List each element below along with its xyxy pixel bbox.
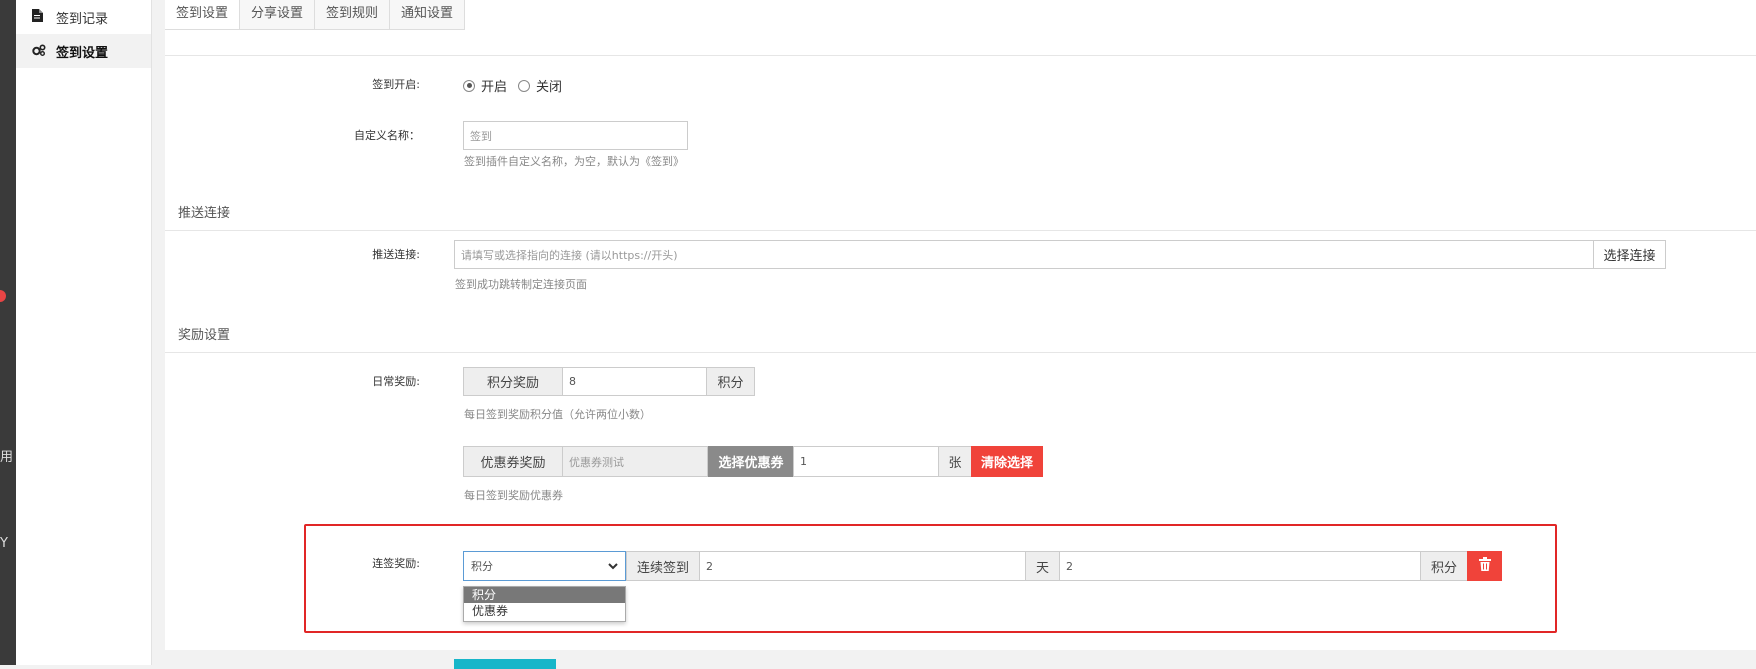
coupon-help: 每日签到奖励优惠券 (464, 489, 563, 502)
left-rail: 用 Y (0, 0, 16, 665)
sidebar-item-label: 签到记录 (56, 11, 109, 27)
coupon-reward-addon: 优惠券奖励 (463, 446, 563, 477)
select-coupon-button[interactable]: 选择优惠券 (708, 446, 794, 477)
enable-radio-off[interactable]: 关闭 (518, 76, 562, 95)
radio-unchecked-icon (518, 79, 530, 92)
radio-label: 开启 (481, 80, 508, 95)
points-reward-addon: 积分奖励 (463, 367, 563, 396)
tab-bar: 签到设置 分享设置 签到规则 通知设置 (165, 0, 466, 30)
sidebar-item-label: 签到设置 (56, 45, 109, 61)
section-title-reward: 奖励设置 (178, 328, 231, 343)
enable-label: 签到开启: (372, 78, 420, 91)
coupon-unit-addon: 张 (938, 446, 972, 477)
divider (165, 55, 1756, 56)
custom-name-label: 自定义名称： (354, 129, 420, 142)
daily-points-input[interactable]: 8 (562, 367, 707, 396)
left-rail-label: Y (0, 536, 8, 551)
tab-notify-settings[interactable]: 通知设置 (390, 0, 466, 30)
tab-sign-rules[interactable]: 签到规则 (315, 0, 391, 30)
push-link-help: 签到成功跳转制定连接页面 (455, 278, 587, 291)
push-link-label: 推送连接: (372, 248, 420, 261)
section-title-push: 推送连接 (178, 206, 231, 221)
custom-name-input[interactable]: 签到 (463, 121, 688, 150)
gears-icon (32, 43, 48, 59)
tab-sign-settings[interactable]: 签到设置 (165, 0, 241, 30)
divider (165, 230, 1756, 231)
radio-checked-icon (463, 79, 475, 92)
clear-selection-button[interactable]: 清除选择 (971, 446, 1043, 477)
custom-name-help: 签到插件自定义名称，为空，默认为《签到》 (464, 155, 684, 168)
radio-label: 关闭 (536, 80, 563, 95)
daily-points-help: 每日签到奖励积分值（允许两位小数） (464, 408, 651, 421)
tab-share-settings[interactable]: 分享设置 (240, 0, 316, 30)
sidebar-item-sign-records[interactable]: 签到记录 (16, 0, 151, 34)
highlight-box (304, 524, 1557, 633)
coupon-name-input: 优惠券测试 (562, 446, 708, 477)
daily-reward-label: 日常奖励: (372, 375, 420, 388)
submit-button[interactable] (454, 659, 556, 669)
coupon-qty-input[interactable]: 1 (793, 446, 939, 477)
notification-dot (0, 290, 6, 302)
left-rail-label: 用 (0, 450, 14, 465)
select-link-button[interactable]: 选择连接 (1593, 240, 1666, 269)
enable-radio-on[interactable]: 开启 (463, 76, 507, 95)
sidebar-item-sign-settings[interactable]: 签到设置 (16, 34, 151, 68)
push-link-input[interactable]: 请填写或选择指向的连接 (请以https://开头) (454, 240, 1594, 269)
points-unit-addon: 积分 (706, 367, 755, 396)
sidebar: 签到记录 签到设置 (16, 0, 152, 665)
divider (165, 352, 1756, 353)
file-icon (32, 9, 48, 25)
